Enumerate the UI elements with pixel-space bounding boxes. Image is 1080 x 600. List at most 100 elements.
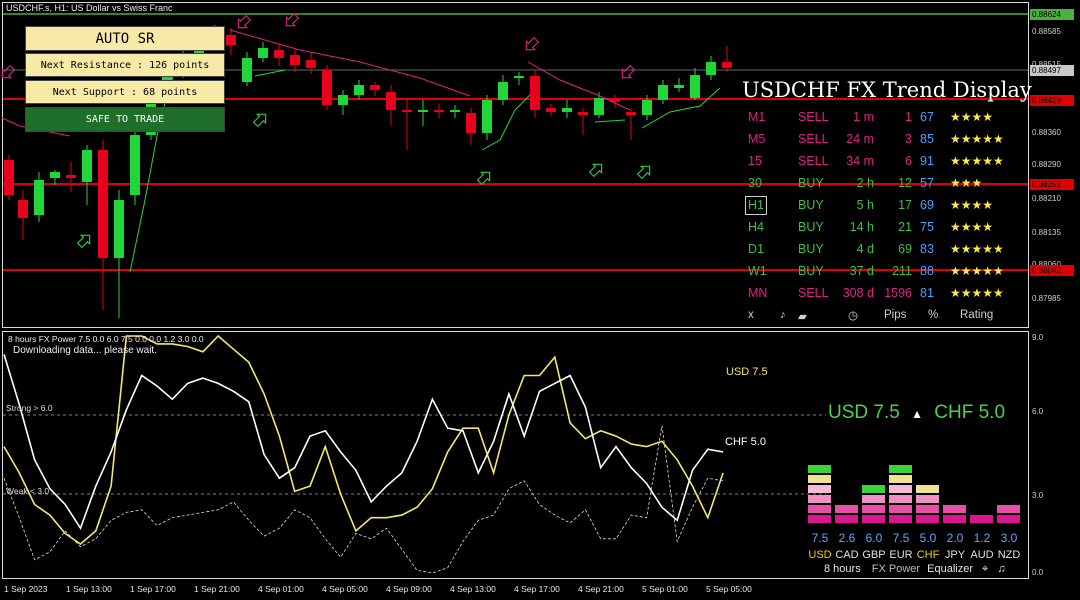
buy-arrow-icon xyxy=(252,113,267,128)
close-icon[interactable]: x xyxy=(748,309,754,321)
candle-body xyxy=(402,110,412,112)
sell-arrow-icon xyxy=(525,36,540,51)
candle-body xyxy=(306,60,316,68)
rating-stars: ★★★★★ xyxy=(950,286,1004,300)
pips-value: 1 xyxy=(905,110,912,124)
candle-body xyxy=(514,76,524,78)
sell-stop-line xyxy=(229,29,471,97)
auto-sr-title: AUTO SR xyxy=(25,26,225,51)
candle-body xyxy=(658,85,668,100)
signal-age: 24 m xyxy=(846,132,874,146)
target-icon[interactable]: ⌖ xyxy=(982,563,988,575)
pips-value: 12 xyxy=(898,176,912,190)
currency-value: 2.6 xyxy=(838,531,856,545)
timeframe-label[interactable]: D1 xyxy=(748,242,764,256)
price-tag: 0.88429 xyxy=(1030,95,1074,106)
signal-label: BUY xyxy=(798,264,824,278)
currency-value: 2.0 xyxy=(946,531,964,545)
equalizer-segment xyxy=(889,505,912,513)
buy-arrow-shape xyxy=(252,113,267,128)
candle-body xyxy=(18,200,28,218)
candle-body xyxy=(530,76,540,110)
chart-window: USDCHF.s, H1: US Dollar vs Swiss Franc A… xyxy=(0,0,1080,600)
candle-body xyxy=(466,113,476,133)
equalizer-segment xyxy=(862,515,885,523)
trend-row-30: 30 BUY 2 h 12 57 ★★★ xyxy=(742,174,1032,194)
timeframe-label[interactable]: H1 xyxy=(745,196,767,215)
time-axis-label: 1 Sep 13:00 xyxy=(66,584,112,594)
currency-name: CAD xyxy=(835,549,859,561)
clock-icon: ◷ xyxy=(848,310,859,322)
equalizer-segment xyxy=(862,485,885,493)
candle-body xyxy=(674,85,684,88)
timeframe-label[interactable]: M1 xyxy=(748,110,765,124)
equalizer-segment xyxy=(862,495,885,503)
timeframe-label[interactable]: M5 xyxy=(748,132,765,146)
equalizer-segment xyxy=(808,465,831,473)
buy-stop-line xyxy=(254,69,286,77)
trend-row-m5: M5 SELL 24 m 3 85 ★★★★★ xyxy=(742,130,1032,150)
time-axis-label: 1 Sep 17:00 xyxy=(130,584,176,594)
equalizer-segment xyxy=(835,515,858,523)
time-axis-label: 4 Sep 13:00 xyxy=(450,584,496,594)
candle-body xyxy=(114,200,124,258)
equalizer-segment xyxy=(808,515,831,523)
time-axis-label: 4 Sep 01:00 xyxy=(258,584,304,594)
candle-body xyxy=(418,110,428,112)
period-label[interactable]: 8 hours xyxy=(824,563,861,575)
arrow-up-icon: ▲ xyxy=(911,407,923,421)
percent-value: 81 xyxy=(920,286,934,300)
pips-value: 3 xyxy=(905,132,912,146)
time-axis-label: 4 Sep 17:00 xyxy=(514,584,560,594)
equalizer-footer: 8 hours FX Power Equalizer ⌖ ♫ xyxy=(824,563,1006,576)
equalizer-segment xyxy=(916,495,939,503)
rating-stars: ★★★★ xyxy=(950,220,994,234)
timeframe-label[interactable]: 15 xyxy=(748,154,762,168)
signal-label: SELL xyxy=(798,110,829,124)
timeframe-label[interactable]: MN xyxy=(748,286,767,300)
rating-header: Rating xyxy=(960,309,994,321)
currency-name: USD xyxy=(808,549,832,561)
brand-label: FX Power xyxy=(871,563,921,575)
candle-body xyxy=(290,55,300,65)
price-axis-label: 0.88210 xyxy=(1032,194,1061,203)
buy-stop-line xyxy=(594,119,626,123)
candle-body xyxy=(498,82,508,100)
trend-row-w1: W1 BUY 37 d 211 88 ★★★★★ xyxy=(742,262,1032,282)
pips-value: 17 xyxy=(898,198,912,212)
equalizer-segment xyxy=(835,505,858,513)
pips-value: 21 xyxy=(898,220,912,234)
candle-body xyxy=(82,150,92,182)
signal-age: 5 h xyxy=(856,198,874,212)
power-axis-label: 0.0 xyxy=(1032,568,1044,577)
time-axis-label: 4 Sep 09:00 xyxy=(386,584,432,594)
timeframe-label[interactable]: H4 xyxy=(748,220,764,234)
candle-body xyxy=(258,48,268,58)
mode-label[interactable]: Equalizer xyxy=(927,563,973,575)
signal-age: 1 m xyxy=(853,110,874,124)
signal-age: 14 h xyxy=(849,220,874,234)
currency-name: GBP xyxy=(862,549,886,561)
sell-arrow-shape xyxy=(525,36,540,51)
candle-body xyxy=(66,175,76,178)
equalizer-segment xyxy=(997,515,1020,523)
sell-arrow-icon xyxy=(1,64,16,79)
usd-power-line xyxy=(3,334,724,546)
timeframe-label[interactable]: W1 xyxy=(748,264,767,278)
power-axis-label: 6.0 xyxy=(1032,407,1044,416)
equalizer-segment xyxy=(808,505,831,513)
candle-body xyxy=(354,85,364,95)
buy-arrow-icon xyxy=(588,163,603,178)
pips-value: 211 xyxy=(892,264,912,278)
dash-icon: ▰ xyxy=(798,311,807,323)
trend-row-m1: M1 SELL 1 m 1 67 ★★★★ xyxy=(742,108,1032,128)
candle-body xyxy=(370,85,380,90)
timeframe-label[interactable]: 30 xyxy=(748,176,762,190)
sound-icon[interactable]: ♪ xyxy=(780,309,786,321)
currency-name: CHF xyxy=(916,549,940,561)
candle-body xyxy=(4,160,14,195)
price-tag: 0.88624 xyxy=(1030,9,1074,20)
candle-body xyxy=(706,62,716,75)
buy-arrow-icon xyxy=(76,234,91,249)
music-icon[interactable]: ♫ xyxy=(997,563,1005,575)
